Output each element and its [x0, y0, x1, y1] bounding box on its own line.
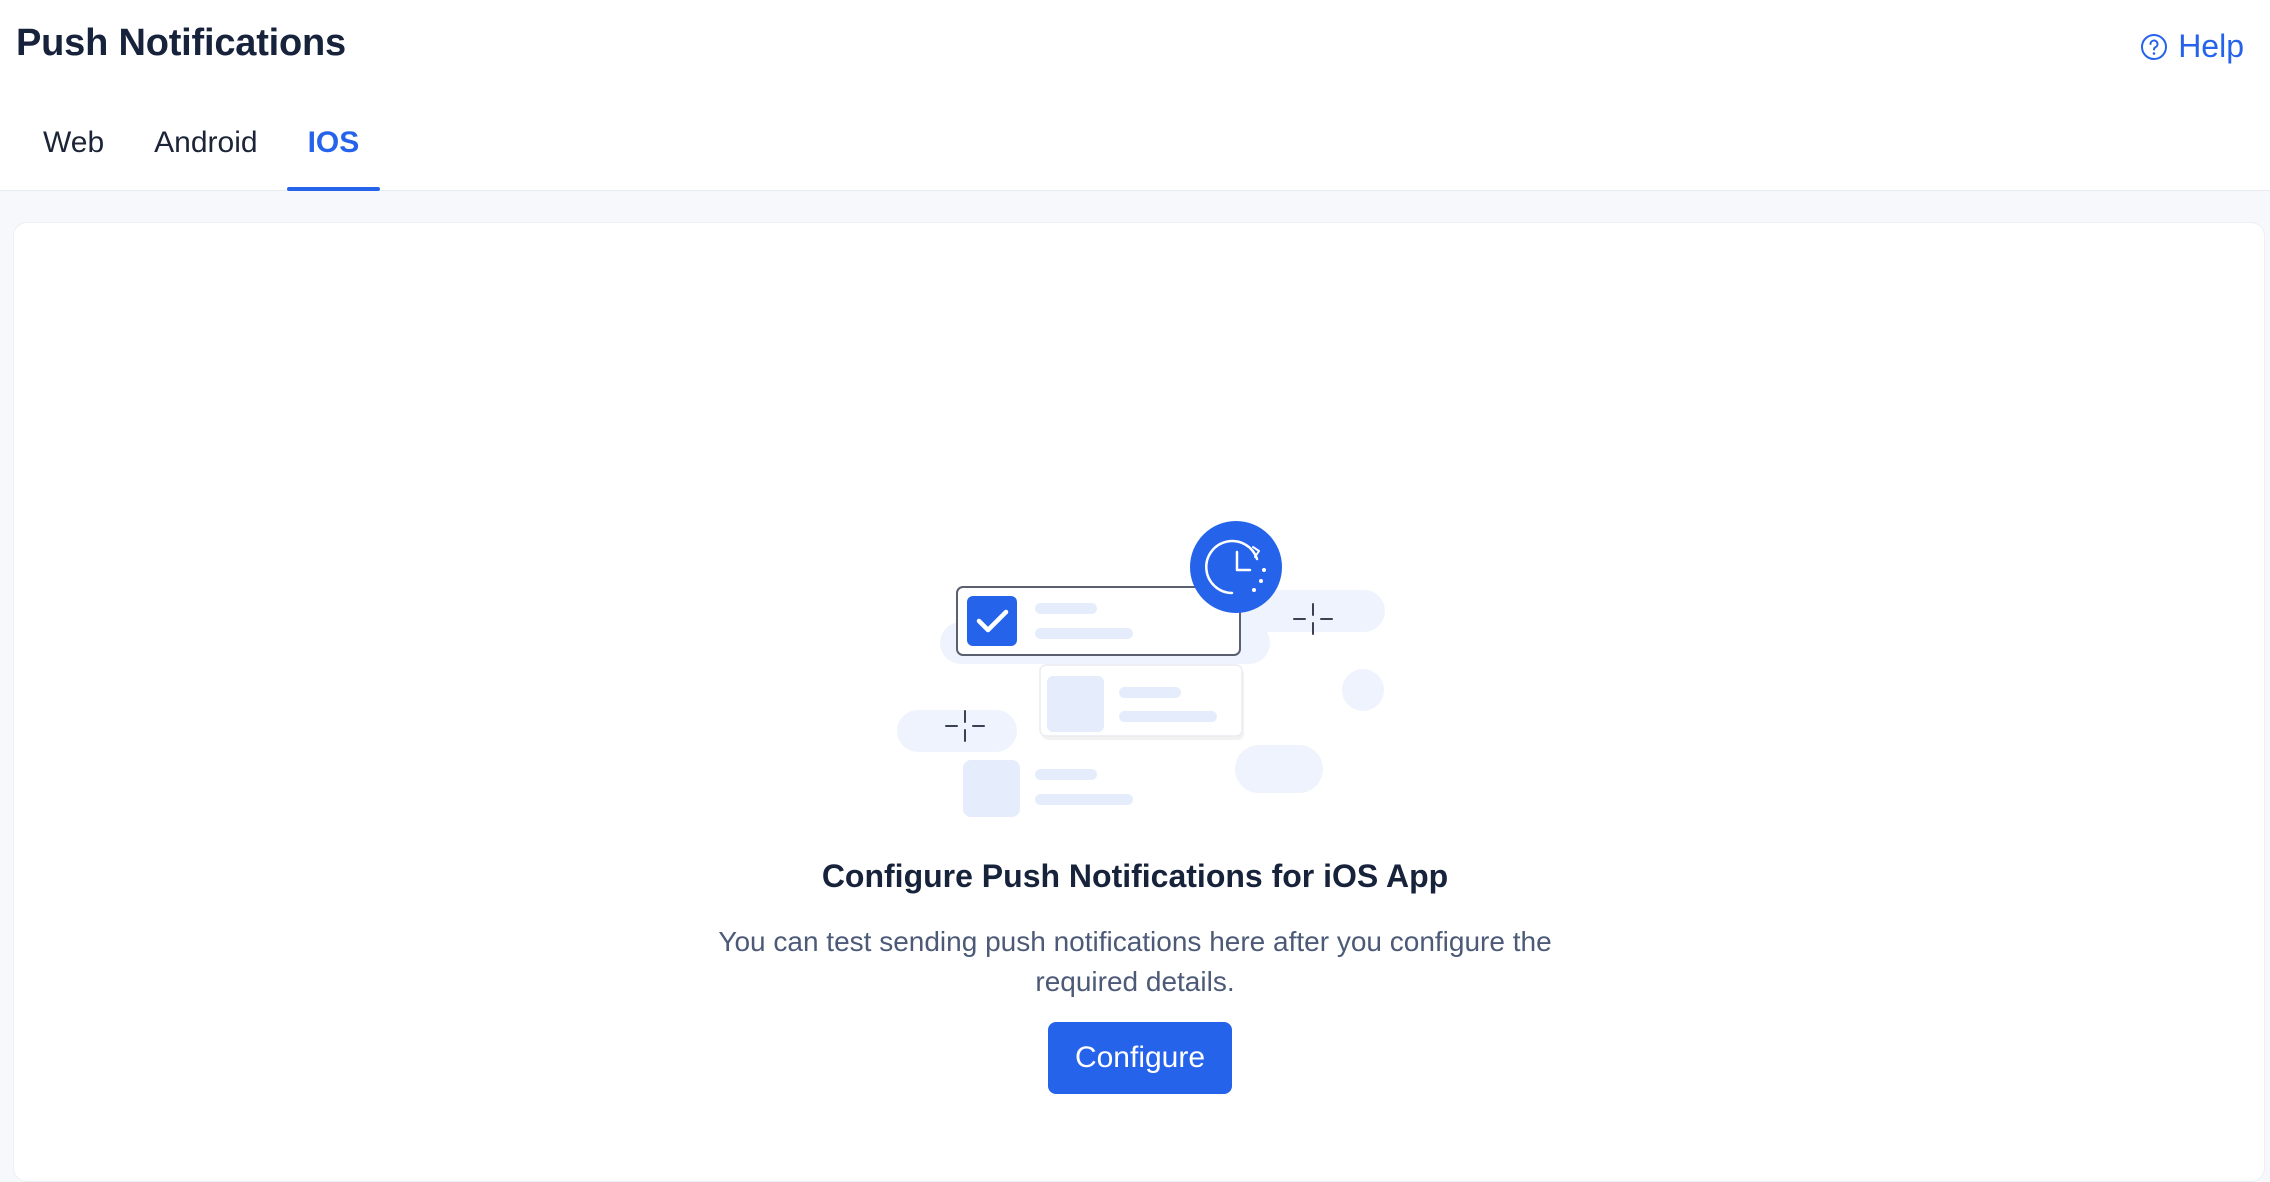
page-header: Push Notifications Help Web Android IOS: [0, 0, 2270, 191]
tab-android[interactable]: Android: [133, 112, 278, 191]
tab-web[interactable]: Web: [22, 112, 125, 191]
empty-state-title: Configure Push Notifications for iOS App: [821, 858, 1449, 894]
configure-button[interactable]: Configure: [1048, 1022, 1232, 1094]
help-label: Help: [2178, 28, 2244, 64]
push-notification-illustration: [880, 515, 1400, 830]
empty-state-description: You can test sending push notifications …: [718, 926, 1552, 997]
help-circle-icon: [2140, 33, 2168, 61]
help-link[interactable]: Help: [2140, 28, 2244, 65]
platform-tabs: Web Android IOS: [22, 112, 388, 191]
tab-ios[interactable]: IOS: [286, 112, 381, 191]
page-title: Push Notifications: [16, 22, 346, 64]
